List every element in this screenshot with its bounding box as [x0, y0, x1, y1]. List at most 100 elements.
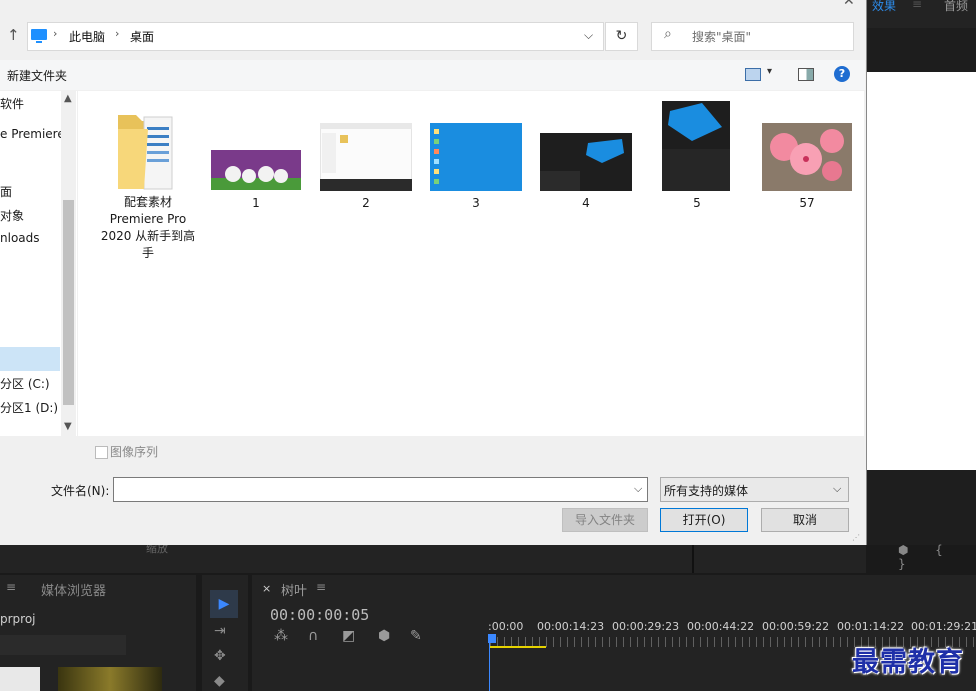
search-input[interactable]: ⌕ 搜索"桌面": [651, 22, 854, 51]
image-file-item[interactable]: 3: [430, 91, 522, 211]
timeline-close-icon[interactable]: ×: [262, 582, 271, 595]
timeline-menu-icon[interactable]: ≡: [316, 580, 326, 594]
premiere-source-panel-strip: [0, 545, 866, 573]
folder-label: 配套素材 Premiere Pro 2020 从新手到高 手: [100, 195, 196, 260]
nest-toggle-icon[interactable]: ⁂: [274, 628, 288, 644]
selection-tool-icon[interactable]: ▶: [210, 590, 238, 618]
scroll-down-icon[interactable]: ▼: [64, 421, 72, 432]
view-mode-icon[interactable]: [745, 68, 761, 81]
project-file-name: prproj: [0, 612, 36, 626]
scrollbar-thumb[interactable]: [63, 200, 74, 405]
file-type-value: 所有支持的媒体: [664, 484, 749, 498]
search-placeholder: 搜索"桌面": [692, 30, 752, 44]
chevron-down-icon[interactable]: ⌵: [584, 28, 593, 43]
file-label: 4: [582, 196, 590, 210]
sidebar-item-desktop[interactable]: 面: [0, 183, 12, 200]
timeline-timecode[interactable]: 00:00:00:05: [270, 606, 369, 624]
linked-selection-icon[interactable]: ◩: [342, 628, 355, 644]
filename-input[interactable]: [113, 477, 648, 502]
image-thumbnail: [320, 123, 412, 191]
image-file-item[interactable]: 5: [652, 91, 742, 211]
sidebar-item-3d-objects[interactable]: 对象: [0, 207, 24, 224]
project-search-input[interactable]: [0, 635, 126, 655]
breadcrumb-this-pc[interactable]: 此电脑: [69, 28, 105, 45]
image-file-item[interactable]: 4: [540, 91, 632, 211]
up-arrow-icon[interactable]: ↑: [7, 26, 20, 44]
playhead-line[interactable]: [489, 634, 490, 691]
new-folder-button[interactable]: 新建文件夹: [7, 67, 67, 84]
computer-icon: [31, 29, 47, 43]
file-label: 2: [362, 196, 370, 210]
sidebar-item-drive-c[interactable]: 分区 (C:): [0, 375, 50, 392]
selected-nav-highlight: [0, 347, 60, 371]
file-label: 57: [799, 196, 815, 210]
ruler-label: :00:00: [488, 620, 524, 633]
razor-tool-icon[interactable]: ◆: [214, 673, 225, 689]
watermark-logo: 最需教育: [852, 647, 964, 678]
ruler-label: 00:00:14:23: [537, 620, 605, 633]
sidebar-item-drive-d[interactable]: 分区1 (D:): [0, 399, 58, 416]
refresh-button[interactable]: ↻: [605, 22, 638, 51]
filename-label: 文件名(N):: [51, 484, 110, 498]
folder-item[interactable]: 配套素材 Premiere Pro 2020 从新手到高 手: [98, 91, 198, 266]
resize-grip-icon[interactable]: ⋰: [852, 533, 860, 542]
chevron-down-icon[interactable]: ▾: [767, 66, 772, 77]
panel-divider: [692, 545, 694, 573]
chevron-down-icon[interactable]: ⌵: [833, 482, 841, 496]
first-tab[interactable]: 首频: [944, 0, 968, 14]
dialog-toolbar: 新建文件夹 ▾ ?: [0, 60, 865, 90]
timeline-sequence-tab[interactable]: 树叶: [281, 580, 307, 599]
sidebar-item-premiere[interactable]: e Premiere: [0, 127, 65, 141]
image-file-item[interactable]: 2: [320, 91, 412, 211]
image-file-item[interactable]: 57: [760, 91, 854, 211]
project-menu-icon[interactable]: ≡: [6, 580, 16, 594]
sidebar-item-downloads[interactable]: nloads: [0, 231, 40, 245]
help-icon[interactable]: ?: [834, 66, 850, 82]
image-thumbnail: [540, 133, 632, 191]
premiere-effects-panel: [866, 72, 976, 470]
ruler-label: 00:01:29:21: [911, 620, 976, 633]
program-monitor-icons[interactable]: ⬢ { }: [898, 543, 976, 571]
ruler-label: 00:00:29:23: [612, 620, 680, 633]
track-select-tool-icon[interactable]: ⇥: [214, 623, 226, 639]
ripple-edit-tool-icon[interactable]: ✥: [214, 648, 226, 664]
image-thumbnail: [430, 123, 522, 191]
chevron-down-icon[interactable]: ⌵: [634, 482, 642, 496]
open-button[interactable]: 打开(O): [660, 508, 748, 532]
cancel-button[interactable]: 取消: [761, 508, 849, 532]
image-sequence-checkbox[interactable]: [95, 446, 108, 459]
tab-menu-icon[interactable]: ≡: [912, 0, 922, 11]
media-browser-tab[interactable]: 媒体浏览器: [41, 580, 106, 599]
ruler-label: 00:01:14:22: [837, 620, 905, 633]
file-label: 5: [693, 196, 701, 210]
address-bar[interactable]: › 此电脑 › 桌面 ⌵: [27, 22, 604, 51]
file-label: 3: [472, 196, 480, 210]
sidebar-item-software[interactable]: 软件: [0, 95, 24, 112]
ruler-label: 00:00:44:22: [687, 620, 755, 633]
breadcrumb-desktop[interactable]: 桌面: [130, 28, 154, 45]
breadcrumb-separator[interactable]: ›: [53, 27, 57, 40]
ruler-label: 00:00:59:22: [762, 620, 830, 633]
file-label: 1: [252, 196, 260, 210]
folder-icon: [118, 115, 173, 190]
add-marker-icon[interactable]: ⬢: [378, 628, 390, 644]
project-thumbnail[interactable]: [0, 667, 40, 691]
image-thumbnail: [211, 150, 301, 190]
image-thumbnail: [762, 123, 852, 191]
scroll-up-icon[interactable]: ▲: [64, 93, 72, 104]
search-icon: ⌕: [664, 26, 672, 42]
snap-icon[interactable]: ∩: [308, 628, 318, 644]
image-sequence-label: 图像序列: [110, 445, 159, 459]
file-list: 配套素材 Premiere Pro 2020 从新手到高 手 1 2 3 4 5…: [78, 91, 864, 436]
project-thumbnail[interactable]: [58, 667, 162, 691]
import-dialog: ✕ ↑ › 此电脑 › 桌面 ⌵ ↻ ⌕ 搜索"桌面" 新建文件夹 ▾ ? 软件…: [0, 0, 867, 545]
import-folder-button[interactable]: 导入文件夹: [562, 508, 648, 532]
timeline-settings-icon[interactable]: ✎: [410, 628, 422, 644]
work-area-bar[interactable]: [490, 646, 546, 648]
close-icon[interactable]: ✕: [843, 0, 855, 9]
preview-pane-icon[interactable]: [798, 68, 814, 81]
image-file-item[interactable]: 1: [210, 91, 302, 211]
breadcrumb-separator[interactable]: ›: [115, 27, 119, 40]
premiere-dark-strip: [866, 28, 976, 72]
effects-tab[interactable]: 效果: [872, 0, 896, 14]
